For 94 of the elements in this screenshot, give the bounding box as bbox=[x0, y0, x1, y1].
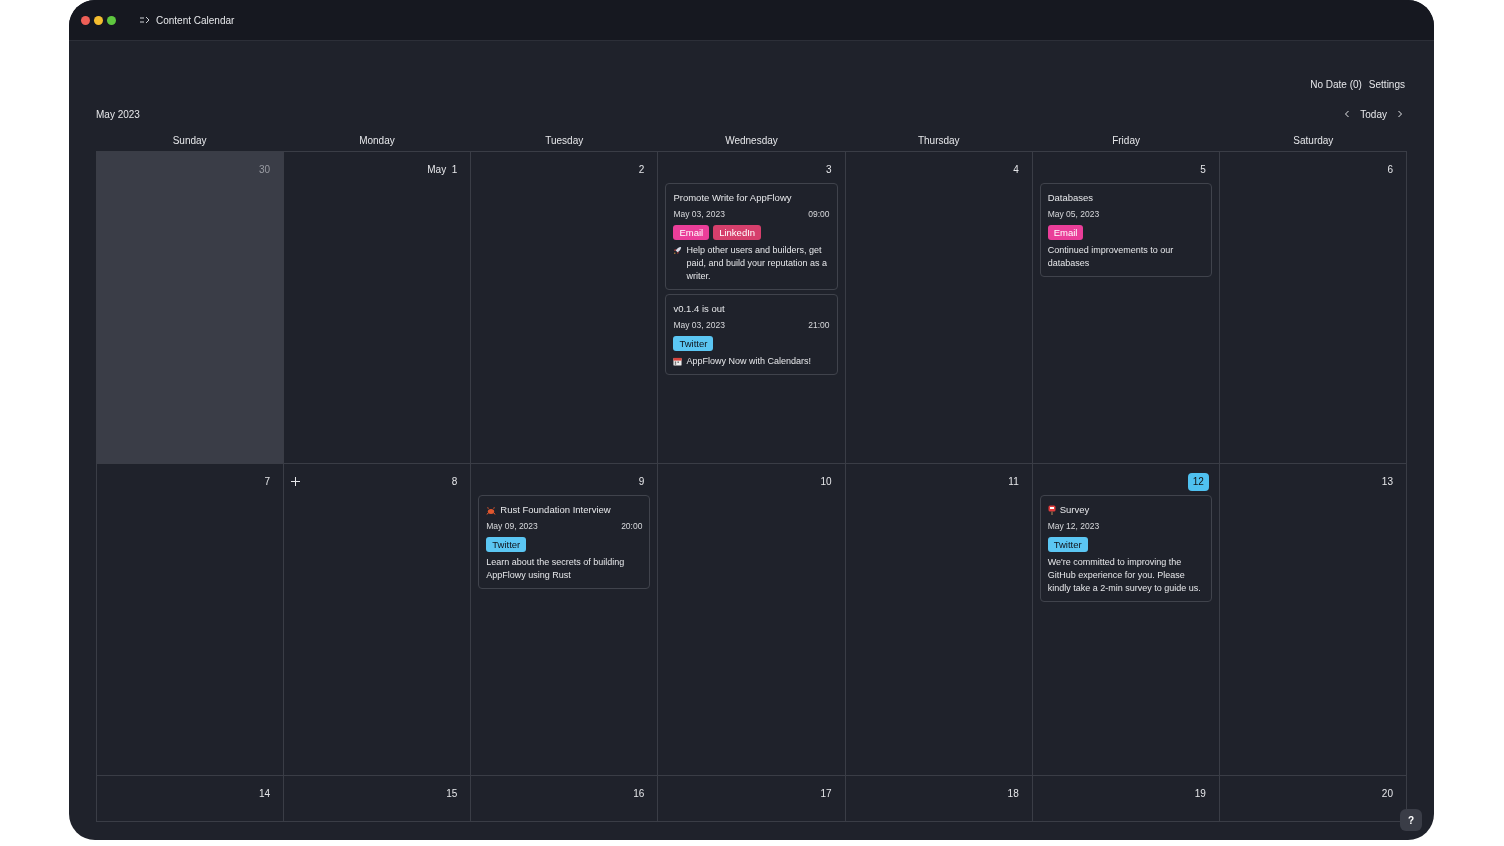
day-cell[interactable]: 12 Survey May 12, 2023 Twitter We're committed to improving the GitHub experience for you. Please kindly take a 2-min survey to guide us. bbox=[1032, 464, 1220, 776]
day-number: 4 bbox=[1012, 162, 1020, 177]
day-number: 15 bbox=[445, 786, 459, 801]
day-number: 14 bbox=[258, 786, 272, 801]
window-control-dot[interactable] bbox=[107, 15, 116, 25]
tag: Twitter bbox=[1047, 537, 1088, 552]
day-cell[interactable]: 15 bbox=[284, 776, 472, 822]
event-time: 20:00 bbox=[621, 520, 643, 533]
event-time: 09:00 bbox=[808, 208, 830, 221]
day-number: 20 bbox=[1380, 786, 1394, 801]
day-number: 30 bbox=[258, 162, 272, 177]
event-description: Continued improvements to our databases bbox=[1047, 244, 1175, 270]
help-button[interactable]: ? bbox=[1400, 809, 1422, 831]
event-card[interactable]: Rust Foundation Interview May 09, 2023 20:00 Twitter Learn about the secrets of building AppFlowy using Rust bbox=[478, 495, 651, 589]
event-time: 21:00 bbox=[808, 319, 830, 332]
event-title: v0.1.4 is out bbox=[673, 302, 725, 316]
window-control-dot[interactable] bbox=[94, 15, 103, 25]
day-cell[interactable]: 8 bbox=[284, 464, 472, 776]
rocket-icon bbox=[673, 246, 683, 255]
day-number: 8 bbox=[450, 474, 459, 489]
day-cell[interactable]: 18 bbox=[845, 776, 1033, 822]
event-description: We're committed to improving the GitHub experience for you. Please kindly take a 2-min survey to guide us. bbox=[1047, 556, 1202, 595]
weekday-header: Sunday bbox=[172, 134, 207, 146]
event-description: Learn about the secrets of building AppFlowy using Rust bbox=[486, 556, 626, 582]
day-number: 9 bbox=[637, 474, 646, 489]
day-number: 6 bbox=[1386, 162, 1394, 177]
day-cell[interactable]: May 1 bbox=[284, 152, 472, 464]
event-card[interactable]: Survey May 12, 2023 Twitter We're committed to improving the GitHub experience for you. Please kindly take a 2-min survey to guide us. bbox=[1039, 495, 1212, 602]
day-cell[interactable]: 30 bbox=[97, 152, 285, 464]
event-title: Rust Foundation Interview bbox=[500, 503, 611, 517]
mailbox-icon bbox=[1047, 505, 1056, 516]
day-number: 5 bbox=[1199, 162, 1207, 177]
day-number: 11 bbox=[1007, 474, 1020, 489]
event-date: May 09, 2023 bbox=[486, 520, 538, 533]
day-cell[interactable]: 10 bbox=[658, 464, 846, 776]
day-number: 12 bbox=[1187, 472, 1209, 491]
month-title: May 2023 bbox=[96, 107, 140, 122]
day-number: 16 bbox=[632, 786, 646, 801]
next-icon[interactable] bbox=[1397, 110, 1403, 118]
tag: Email bbox=[1047, 225, 1084, 240]
day-number: 7 bbox=[263, 474, 272, 489]
today-button[interactable]: Today bbox=[1360, 106, 1387, 122]
tag: Twitter bbox=[673, 336, 714, 351]
day-cell[interactable]: 16 bbox=[471, 776, 659, 822]
day-cell[interactable]: 9 Rust Foundation Interview May 09, 2023 20:00 Twitter Learn about the secrets of building AppFlowy using Rust bbox=[471, 464, 659, 776]
day-cell[interactable] bbox=[658, 152, 846, 464]
day-cell[interactable]: 4 bbox=[845, 152, 1033, 464]
day-number: May 1 bbox=[426, 162, 459, 177]
calendar-icon bbox=[673, 357, 683, 366]
day-cell[interactable]: 2 bbox=[471, 152, 659, 464]
event-date: May 05, 2023 bbox=[1047, 208, 1100, 221]
day-cell[interactable]: 19 bbox=[1032, 776, 1220, 822]
event-card[interactable]: v0.1.4 is out May 03, 2023 21:00 Twitter AppFlowy Now with Calendars! bbox=[665, 294, 838, 375]
event-description: Help other users and builders, get paid, and build your reputation as a writer. bbox=[686, 244, 829, 283]
weekday-header: Tuesday bbox=[545, 134, 584, 146]
event-card[interactable]: Databases May 05, 2023 Email Continued improvements to our databases bbox=[1039, 183, 1212, 277]
window-control-dot[interactable] bbox=[81, 15, 90, 25]
day-cell[interactable]: 17 bbox=[658, 776, 846, 822]
day-number: 13 bbox=[1380, 474, 1394, 489]
day-number: 3 bbox=[825, 162, 833, 177]
day-cell[interactable]: 5 Databases May 05, 2023 Email Continued improvements to our databases bbox=[1032, 152, 1220, 464]
tag: Twitter bbox=[486, 537, 527, 552]
day-number: 17 bbox=[819, 786, 833, 801]
toolbar-button[interactable]: Settings bbox=[1368, 76, 1405, 92]
day-number: 19 bbox=[1193, 786, 1207, 801]
weekday-header: Wednesday bbox=[725, 134, 778, 146]
day-cell[interactable]: 13 bbox=[1219, 464, 1407, 776]
weekday-header: Thursday bbox=[917, 134, 960, 146]
weekday-header: Monday bbox=[359, 134, 395, 146]
event-date: May 12, 2023 bbox=[1047, 520, 1100, 533]
day-number: 10 bbox=[819, 474, 833, 489]
tag: LinkedIn bbox=[713, 225, 762, 240]
day-cell[interactable]: 6 bbox=[1219, 152, 1407, 464]
event-date: May 03, 2023 bbox=[673, 208, 725, 221]
window-title: Content Calendar bbox=[156, 13, 235, 28]
crab-icon bbox=[486, 505, 497, 515]
event-description: AppFlowy Now with Calendars! bbox=[686, 355, 811, 368]
add-icon[interactable] bbox=[291, 477, 301, 486]
sidebar-toggle-icon[interactable] bbox=[140, 16, 150, 24]
day-cell[interactable]: 11 bbox=[845, 464, 1033, 776]
weekday-header: Friday bbox=[1112, 134, 1140, 146]
weekday-header: Saturday bbox=[1293, 134, 1334, 146]
toolbar-button[interactable]: No Date (0) bbox=[1310, 76, 1362, 92]
event-title: Databases bbox=[1047, 191, 1094, 205]
event-title: Promote Write for AppFlowy bbox=[673, 191, 792, 205]
event-date: May 03, 2023 bbox=[673, 319, 725, 332]
day-cell[interactable]: 7 bbox=[97, 464, 285, 776]
tag: Email bbox=[673, 225, 710, 240]
event-title: Survey bbox=[1059, 503, 1090, 517]
previous-icon[interactable] bbox=[1344, 110, 1351, 118]
event-card[interactable]: Promote Write for AppFlowy May 03, 2023 09:00 Email LinkedIn Help other users and builders, get paid, and build your reputation as a writer. bbox=[665, 183, 838, 290]
day-number: 2 bbox=[637, 162, 646, 177]
day-number: 18 bbox=[1006, 786, 1020, 801]
day-cell[interactable]: 14 bbox=[97, 776, 285, 822]
